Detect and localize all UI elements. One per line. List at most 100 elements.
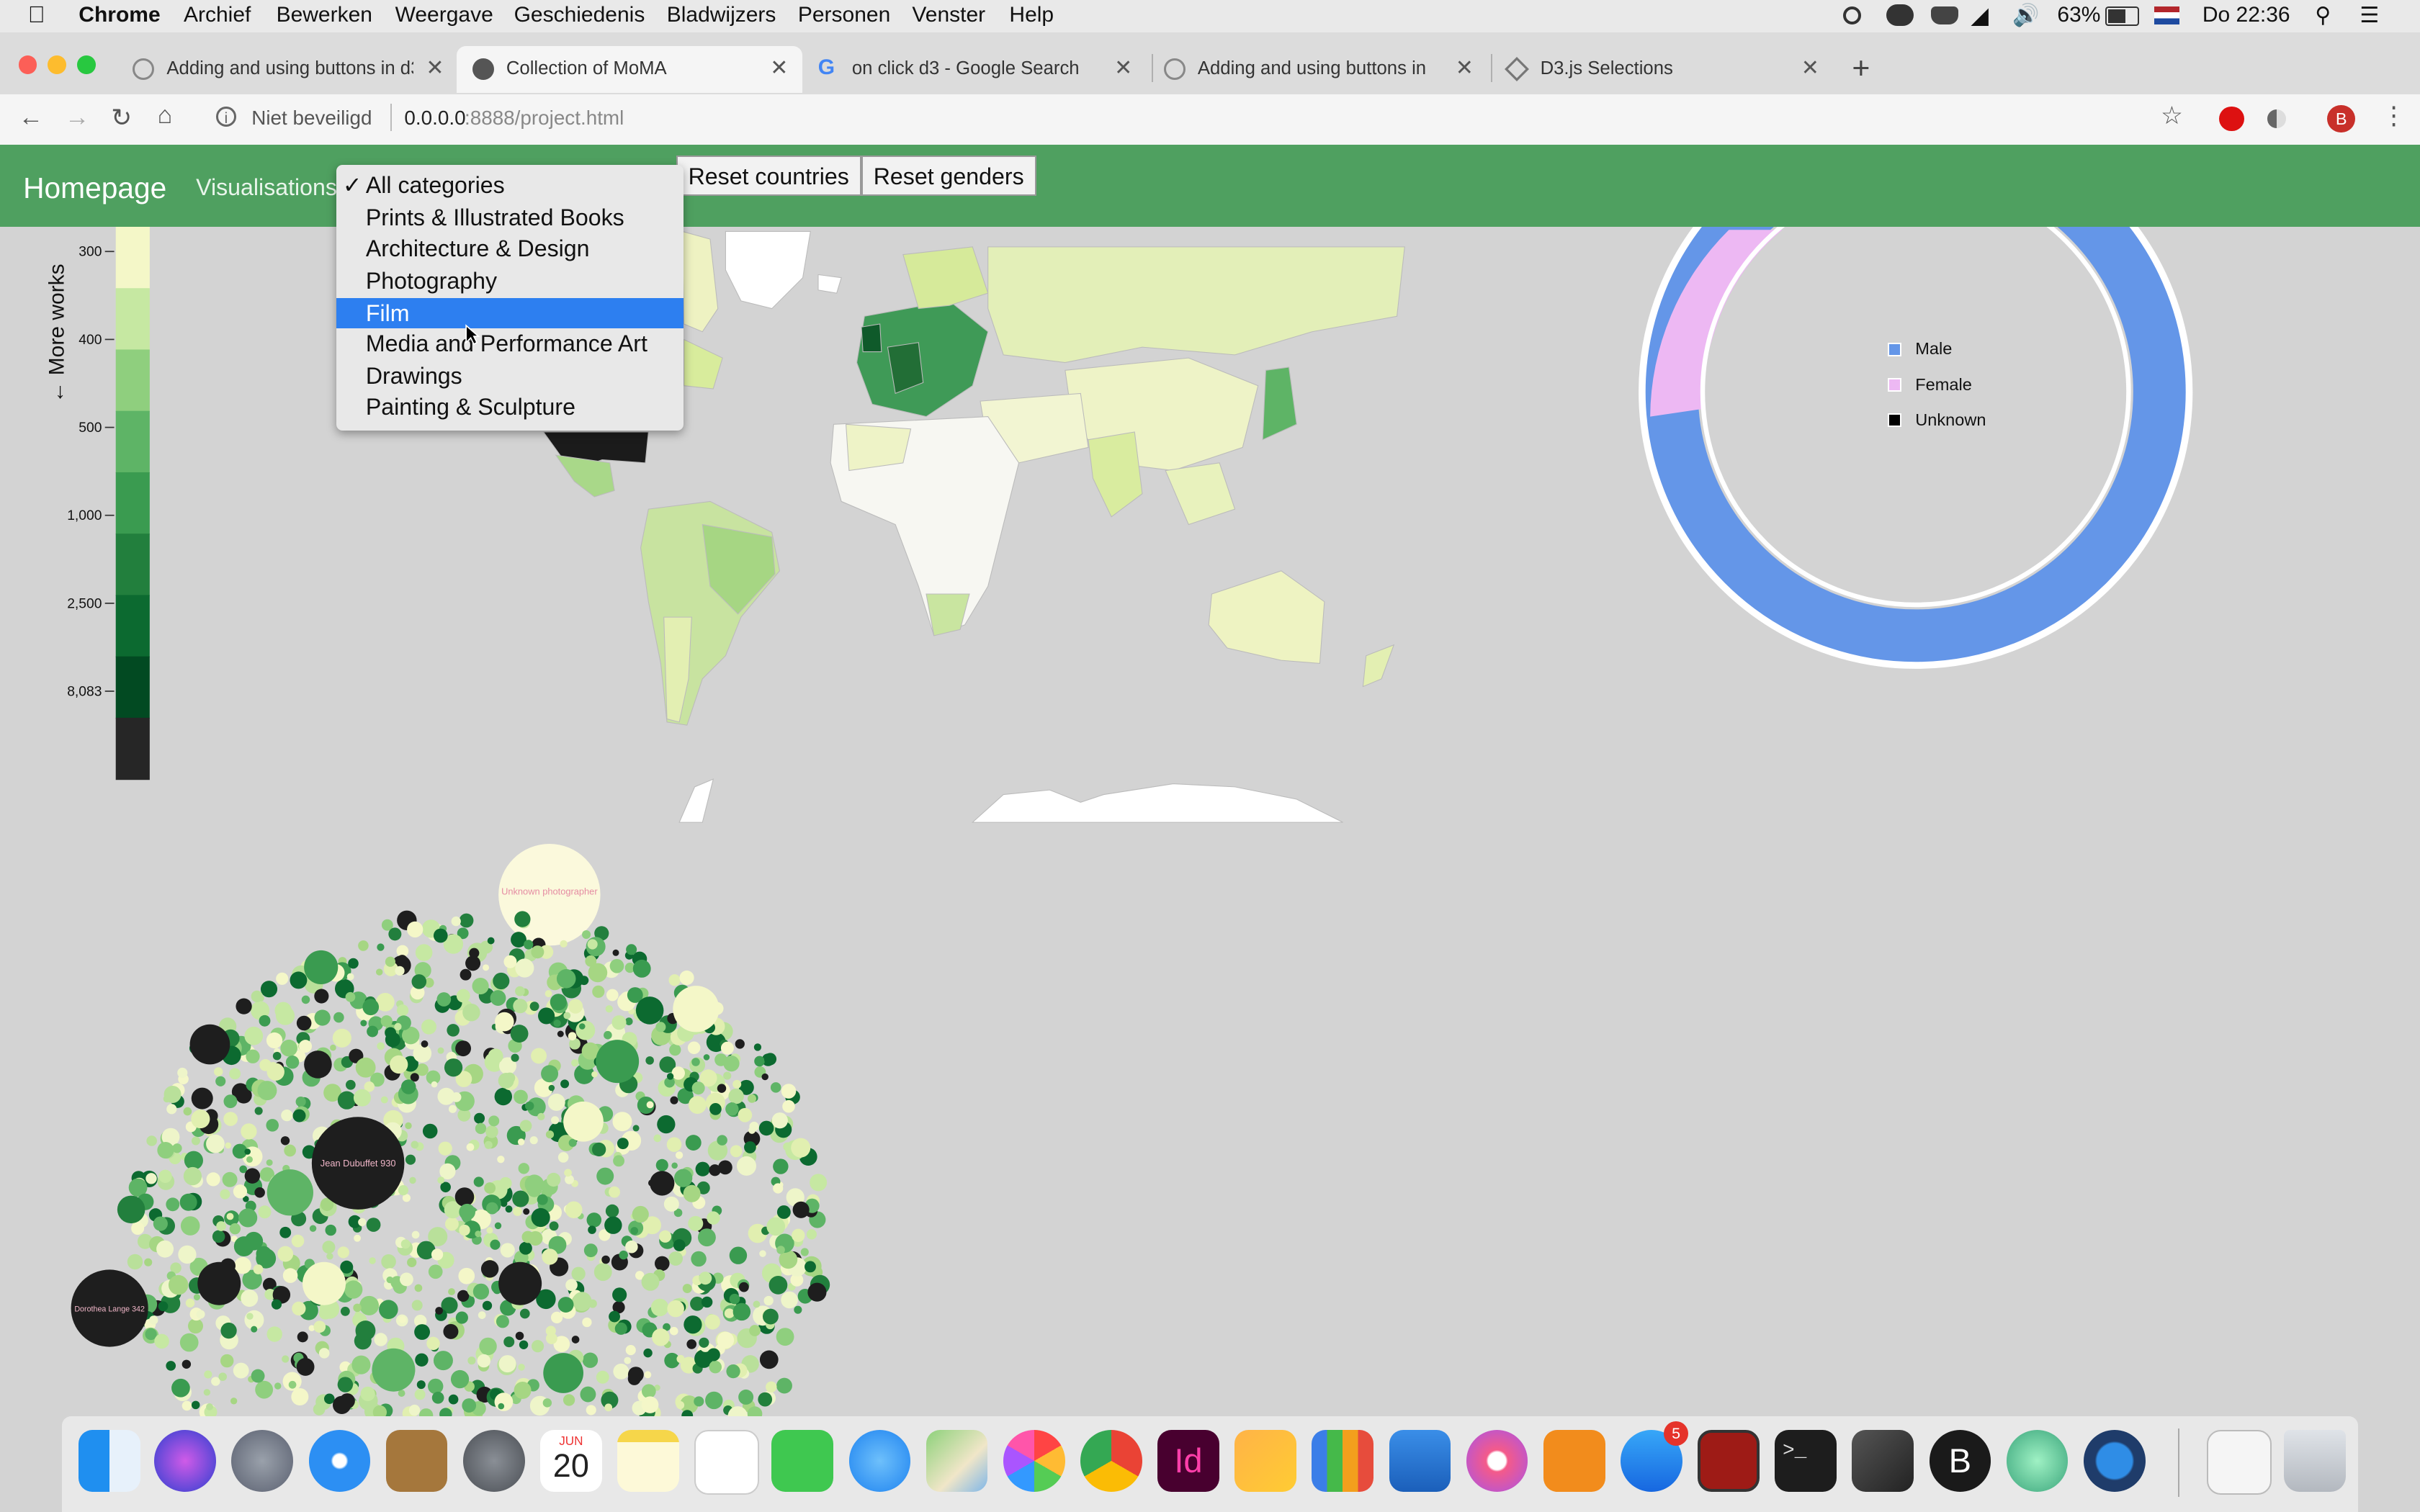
ibooks-icon[interactable]	[1543, 1430, 1605, 1493]
artist-bubble[interactable]	[609, 1310, 620, 1323]
artist-bubble[interactable]	[691, 1058, 700, 1066]
artist-bubble[interactable]	[768, 1276, 788, 1295]
artist-bubble[interactable]	[671, 1066, 685, 1080]
artist-bubble[interactable]	[720, 1041, 734, 1055]
calendar-icon[interactable]: JUN 20	[539, 1430, 602, 1493]
artist-bubble[interactable]	[511, 1053, 519, 1062]
artist-bubble[interactable]	[650, 1171, 675, 1196]
map-region-southeast-asia[interactable]	[1165, 462, 1235, 526]
artist-bubble[interactable]	[666, 1137, 682, 1153]
artist-bubble[interactable]	[220, 1323, 237, 1339]
opera-extension-icon[interactable]	[2219, 106, 2244, 132]
artist-bubble[interactable]	[225, 1142, 231, 1149]
artist-bubble[interactable]	[517, 1138, 525, 1146]
artist-bubble[interactable]	[773, 1183, 784, 1194]
artist-bubble[interactable]	[351, 1355, 371, 1374]
notes-icon[interactable]	[617, 1430, 679, 1493]
artist-bubble[interactable]	[220, 1189, 230, 1200]
option-architecture[interactable]: Architecture & Design	[336, 233, 684, 264]
artist-bubble[interactable]	[414, 1324, 430, 1341]
artist-bubble[interactable]	[355, 1320, 376, 1341]
artist-bubble[interactable]	[444, 1217, 459, 1231]
artist-bubble[interactable]	[759, 1250, 766, 1257]
artist-bubble[interactable]	[388, 927, 402, 941]
artist-bubble[interactable]	[358, 940, 369, 951]
artist-bubble[interactable]	[431, 1392, 444, 1404]
artist-bubble[interactable]	[127, 1254, 143, 1270]
artist-bubble[interactable]	[643, 1349, 653, 1358]
artist-bubble[interactable]	[459, 1204, 475, 1220]
tab-close-icon[interactable]: ✕	[1114, 55, 1132, 81]
acrobat-icon[interactable]	[1698, 1430, 1760, 1493]
artist-bubble[interactable]	[493, 973, 510, 990]
artist-bubble[interactable]	[276, 972, 289, 985]
artist-bubble[interactable]	[626, 944, 637, 955]
artist-bubble[interactable]	[776, 1205, 791, 1220]
artist-bubble[interactable]	[469, 948, 480, 958]
facetime-icon[interactable]	[771, 1430, 834, 1493]
artist-bubble[interactable]	[398, 1316, 406, 1323]
menu-item-bewerken[interactable]: Bewerken	[277, 3, 372, 27]
artist-bubble[interactable]	[670, 1096, 678, 1104]
artist-bubble[interactable]	[556, 969, 576, 989]
artist-bubble[interactable]	[171, 1379, 190, 1398]
artist-bubble[interactable]	[699, 1272, 712, 1285]
menu-item-archief[interactable]: Archief	[184, 3, 251, 27]
artist-bubble[interactable]	[238, 1208, 258, 1228]
creative-cloud-icon[interactable]	[1886, 4, 1914, 27]
home-icon[interactable]: ⌂	[158, 102, 173, 130]
artist-bubble[interactable]	[454, 1187, 475, 1207]
artist-bubble[interactable]	[144, 1258, 153, 1266]
artist-bubble[interactable]	[473, 1176, 484, 1187]
artist-bubble[interactable]	[735, 1039, 745, 1049]
artist-bubble[interactable]	[547, 1094, 565, 1112]
artist-bubble[interactable]	[414, 1389, 426, 1400]
artist-bubble[interactable]	[728, 1088, 744, 1104]
artist-bubble[interactable]	[544, 990, 552, 998]
artist-bubble[interactable]	[419, 1408, 434, 1417]
photos-icon[interactable]	[1003, 1430, 1065, 1493]
artist-bubble[interactable]	[154, 1333, 169, 1349]
artist-bubble[interactable]	[679, 971, 694, 986]
menu-item-bladwijzers[interactable]: Bladwijzers	[667, 3, 776, 27]
reset-countries-button[interactable]: Reset countries	[676, 156, 861, 197]
artist-bubble[interactable]	[612, 1287, 627, 1302]
artist-bubble[interactable]	[676, 1355, 685, 1364]
artist-bubble[interactable]	[583, 1243, 598, 1258]
artist-bubble[interactable]	[222, 1171, 238, 1187]
artist-bubble[interactable]	[707, 1348, 720, 1362]
artist-bubble[interactable]	[568, 1138, 577, 1147]
artist-bubble[interactable]	[766, 1217, 786, 1236]
option-media[interactable]: Media and Performance Art	[336, 328, 684, 359]
artist-bubble[interactable]	[428, 1264, 443, 1279]
artist-bubble[interactable]	[487, 937, 495, 945]
artist-bubble[interactable]	[630, 1227, 639, 1235]
artist-bubble[interactable]	[617, 1138, 629, 1150]
artist-bubble[interactable]	[609, 958, 624, 973]
artist-bubble[interactable]	[505, 1205, 513, 1213]
artist-bubble[interactable]	[367, 1025, 378, 1038]
artist-bubble[interactable]	[601, 1255, 610, 1264]
artist-bubble[interactable]	[613, 1155, 624, 1167]
artist-bubble[interactable]	[400, 1079, 416, 1094]
battery-icon[interactable]	[2105, 6, 2139, 27]
artist-bubble[interactable]	[241, 1123, 257, 1140]
artist-bubble[interactable]	[763, 1053, 777, 1066]
artist-bubble[interactable]	[484, 1140, 493, 1149]
artist-bubble[interactable]	[251, 1326, 258, 1333]
artist-bubble[interactable]	[596, 1040, 640, 1084]
artist-bubble[interactable]	[400, 1239, 411, 1249]
reload-icon[interactable]: ↻	[111, 104, 132, 132]
artist-bubble[interactable]	[587, 939, 598, 950]
artist-bubble[interactable]	[659, 1230, 672, 1243]
artist-bubble[interactable]	[653, 1134, 662, 1143]
artist-bubble[interactable]	[206, 1134, 225, 1153]
artist-bubble[interactable]	[781, 1291, 798, 1309]
artist-bubble[interactable]	[462, 1004, 480, 1022]
artist-bubble[interactable]	[614, 1322, 627, 1335]
artist-bubble[interactable]	[304, 1050, 332, 1079]
artist-bubble[interactable]	[197, 1261, 241, 1305]
artist-bubble[interactable]	[667, 1300, 684, 1318]
artist-bubble[interactable]	[619, 1250, 628, 1260]
artist-bubble[interactable]	[479, 1337, 497, 1356]
